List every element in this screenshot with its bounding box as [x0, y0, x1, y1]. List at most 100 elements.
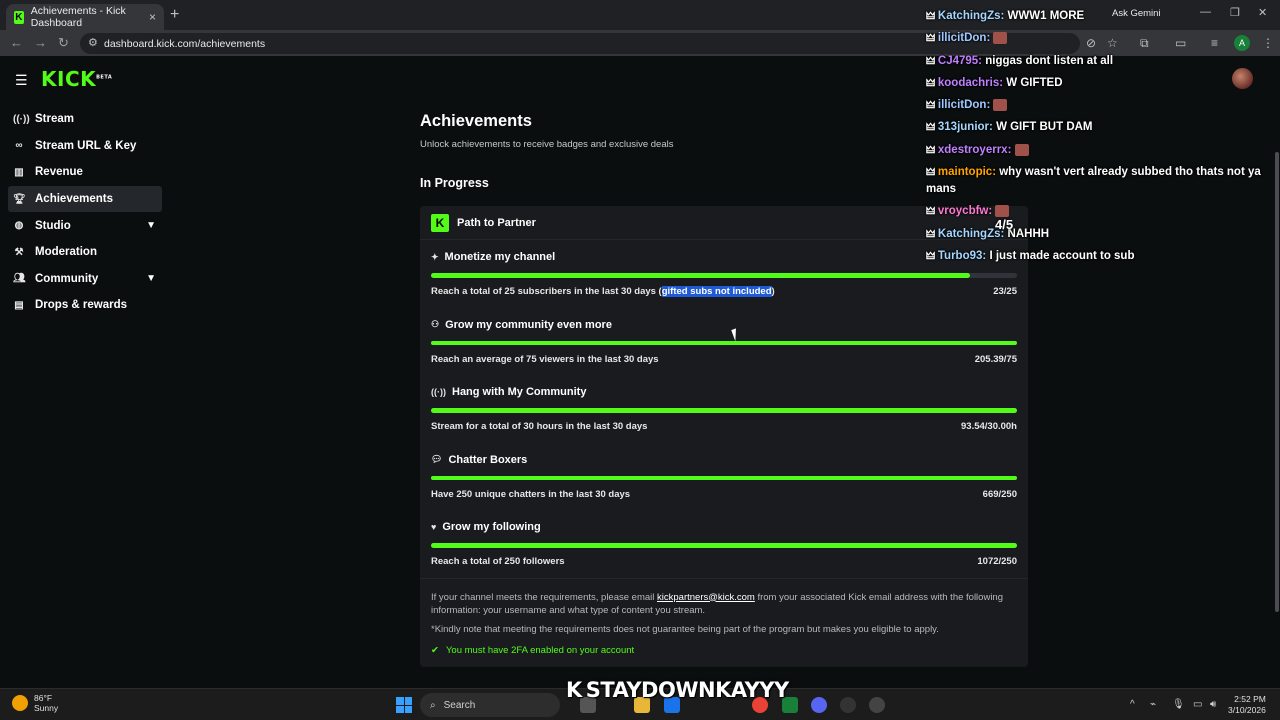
- new-tab-button[interactable]: +: [170, 6, 179, 24]
- sidebar-item-moderation[interactable]: ⚒ Moderation: [8, 239, 162, 266]
- chat-username[interactable]: CJ4795:: [938, 55, 982, 67]
- gift-icon: ▤: [14, 299, 24, 311]
- sun-icon: [12, 695, 28, 711]
- back-icon[interactable]: ←: [10, 35, 23, 50]
- kick-favicon-icon: K: [14, 10, 24, 24]
- link-icon: ∞: [15, 140, 23, 152]
- chat-text: WWW1 MORE: [1007, 10, 1085, 22]
- achievement-description: Stream for a total of 30 hours in the la…: [431, 421, 648, 432]
- sidebar-item-drops-rewards[interactable]: ▤ Drops & rewards: [8, 292, 162, 319]
- chat-username[interactable]: 313junior:: [938, 121, 993, 133]
- chat-text: W GIFTED: [1006, 76, 1063, 89]
- chat-message: 🜲 Turbo93: I just made account to sub: [926, 248, 1276, 265]
- broadcast-icon: ((·)): [13, 113, 30, 125]
- hamburger-menu-icon[interactable]: ☰: [15, 72, 28, 89]
- achievement-description: Have 250 unique chatters in the last 30 …: [431, 488, 631, 500]
- kick-logo[interactable]: KICKBETA: [41, 67, 112, 91]
- forward-icon[interactable]: →: [34, 35, 47, 50]
- chevron-up-icon[interactable]: ^: [1130, 699, 1135, 710]
- chat-text: I just made account to sub: [989, 249, 1135, 262]
- chat-username[interactable]: koodachris:: [938, 77, 1003, 89]
- windows-start-icon[interactable]: [396, 697, 412, 713]
- chat-text: NAHHH: [1007, 227, 1050, 240]
- progress-bar: [431, 273, 1017, 278]
- kick-badge-icon: K: [431, 213, 449, 232]
- chevron-down-icon: ▼: [146, 220, 156, 232]
- progress-bar: [431, 543, 1017, 548]
- chat-username[interactable]: xdestroyerrx:: [938, 144, 1012, 156]
- achievement-progress-value: 1072/250: [977, 556, 1017, 567]
- url-text: dashboard.kick.com/achievements: [104, 37, 266, 50]
- mic-icon[interactable]: 🎙︎: [1172, 699, 1185, 710]
- hammer-icon: ⚒: [14, 246, 24, 258]
- chat-username[interactable]: Turbo93:: [938, 250, 986, 262]
- progress-fill: [431, 408, 1017, 413]
- app-icon[interactable]: [869, 697, 885, 713]
- achievement-description: Reach an average of 75 viewers in the la…: [431, 353, 659, 365]
- achievement-description: Reach a total of 25 subscribers in the l…: [431, 286, 662, 297]
- chat-username[interactable]: illicitDon:: [938, 32, 990, 44]
- sidebar-item-achievements[interactable]: 🏆︎ Achievements: [8, 185, 162, 213]
- tab-title: Achievements - Kick Dashboard: [30, 5, 126, 29]
- progress-bar: [431, 340, 1017, 345]
- progress-bar: [431, 475, 1017, 480]
- progress-bar: [431, 408, 1017, 413]
- chat-emote: [993, 32, 1008, 45]
- sidebar-item-stream[interactable]: ((·)) Stream: [8, 106, 162, 133]
- chat-message: 🜲 KatchingZs: WWW1 MORE: [926, 8, 1276, 25]
- footer-note: *Kindly note that meeting the requiremen…: [431, 623, 939, 635]
- display-icon[interactable]: ▭: [1193, 699, 1202, 710]
- achievement-progress-value: 93.54/30.00h: [961, 421, 1017, 432]
- achievement-title: Grow my community even more: [445, 318, 612, 331]
- achievement-title: Monetize my channel: [444, 251, 556, 263]
- achievement-item: 💬︎ Chatter Boxers Have 250 unique chatter…: [420, 443, 1028, 511]
- chat-username[interactable]: maintopic:: [938, 166, 996, 178]
- globe-icon: ◍: [14, 220, 24, 232]
- chat-message: 🜲 illicitDon:: [926, 30, 1276, 47]
- chat-emote: [993, 99, 1008, 112]
- chat-message: 🜲 313junior: W GIFT BUT DAM: [926, 119, 1276, 136]
- network-icon[interactable]: ⌁: [1150, 699, 1156, 710]
- sidebar-item-studio[interactable]: ◍ Studio ▼: [8, 212, 162, 239]
- achievement-item: ⚇ Grow my community even more Reach an av…: [420, 308, 1028, 376]
- partner-email-link[interactable]: kickpartners@kick.com: [657, 592, 755, 603]
- achievement-description: Reach a total of 250 followers: [431, 556, 565, 567]
- achievement-title: Hang with My Community: [452, 386, 587, 398]
- path-to-partner-card: K Path to Partner ✦ Monetize my channel R…: [420, 206, 1028, 667]
- chat-emote: [995, 205, 1010, 218]
- reload-icon[interactable]: ↻: [58, 35, 69, 51]
- weather-widget[interactable]: 86°F Sunny: [12, 693, 58, 713]
- chat-username[interactable]: vroycbfw:: [938, 205, 992, 217]
- chat-message: 🜲 illicitDon:: [926, 97, 1276, 114]
- trophy-icon: 🏆︎: [13, 193, 26, 205]
- chat-badge-icon: 🜲: [926, 33, 938, 45]
- chat-username[interactable]: KatchingZs:: [938, 10, 1004, 22]
- chat-badge-icon: 🜲: [926, 100, 938, 112]
- obs-icon[interactable]: [840, 697, 856, 713]
- sidebar: ((·)) Stream ∞ Stream URL & Key ▥ Revenu…: [8, 106, 162, 319]
- chat-badge-icon: 🜲: [926, 167, 938, 179]
- tab-close-button[interactable]: ×: [149, 10, 156, 24]
- chat-message: 🜲 KatchingZs: NAHHH: [926, 226, 1276, 243]
- chart-icon: ▥: [14, 166, 24, 178]
- card-footer: If your channel meets the requirements, …: [420, 577, 1028, 667]
- system-clock[interactable]: 2:52 PM 3/10/2026: [1228, 694, 1266, 716]
- browser-tab[interactable]: K Achievements - Kick Dashboard ×: [6, 4, 164, 30]
- sidebar-item-stream-url-key[interactable]: ∞ Stream URL & Key: [8, 133, 162, 160]
- chat-badge-icon: 🜲: [926, 11, 938, 22]
- sidebar-item-community[interactable]: 👥︎ Community ▼: [8, 266, 162, 293]
- goal-counter: 4/5: [995, 217, 1014, 232]
- volume-icon[interactable]: 🔊︎: [1210, 699, 1216, 710]
- progress-fill: [431, 543, 1017, 548]
- chat-message: 🜲 xdestroyerrx:: [926, 142, 1276, 159]
- achievement-title: Grow my following: [442, 521, 541, 533]
- chat-badge-icon: 🜲: [926, 77, 938, 89]
- taskbar-search[interactable]: ⌕ Search: [420, 693, 560, 717]
- sidebar-item-revenue[interactable]: ▥ Revenue: [8, 159, 162, 186]
- site-info-icon[interactable]: ⚙: [88, 36, 98, 49]
- group-icon: ⚇: [431, 319, 440, 329]
- chat-username[interactable]: illicitDon:: [938, 99, 990, 111]
- discord-icon[interactable]: [811, 697, 827, 713]
- chat-bubble-icon: 💬︎: [431, 454, 443, 464]
- progress-fill: [431, 475, 1017, 480]
